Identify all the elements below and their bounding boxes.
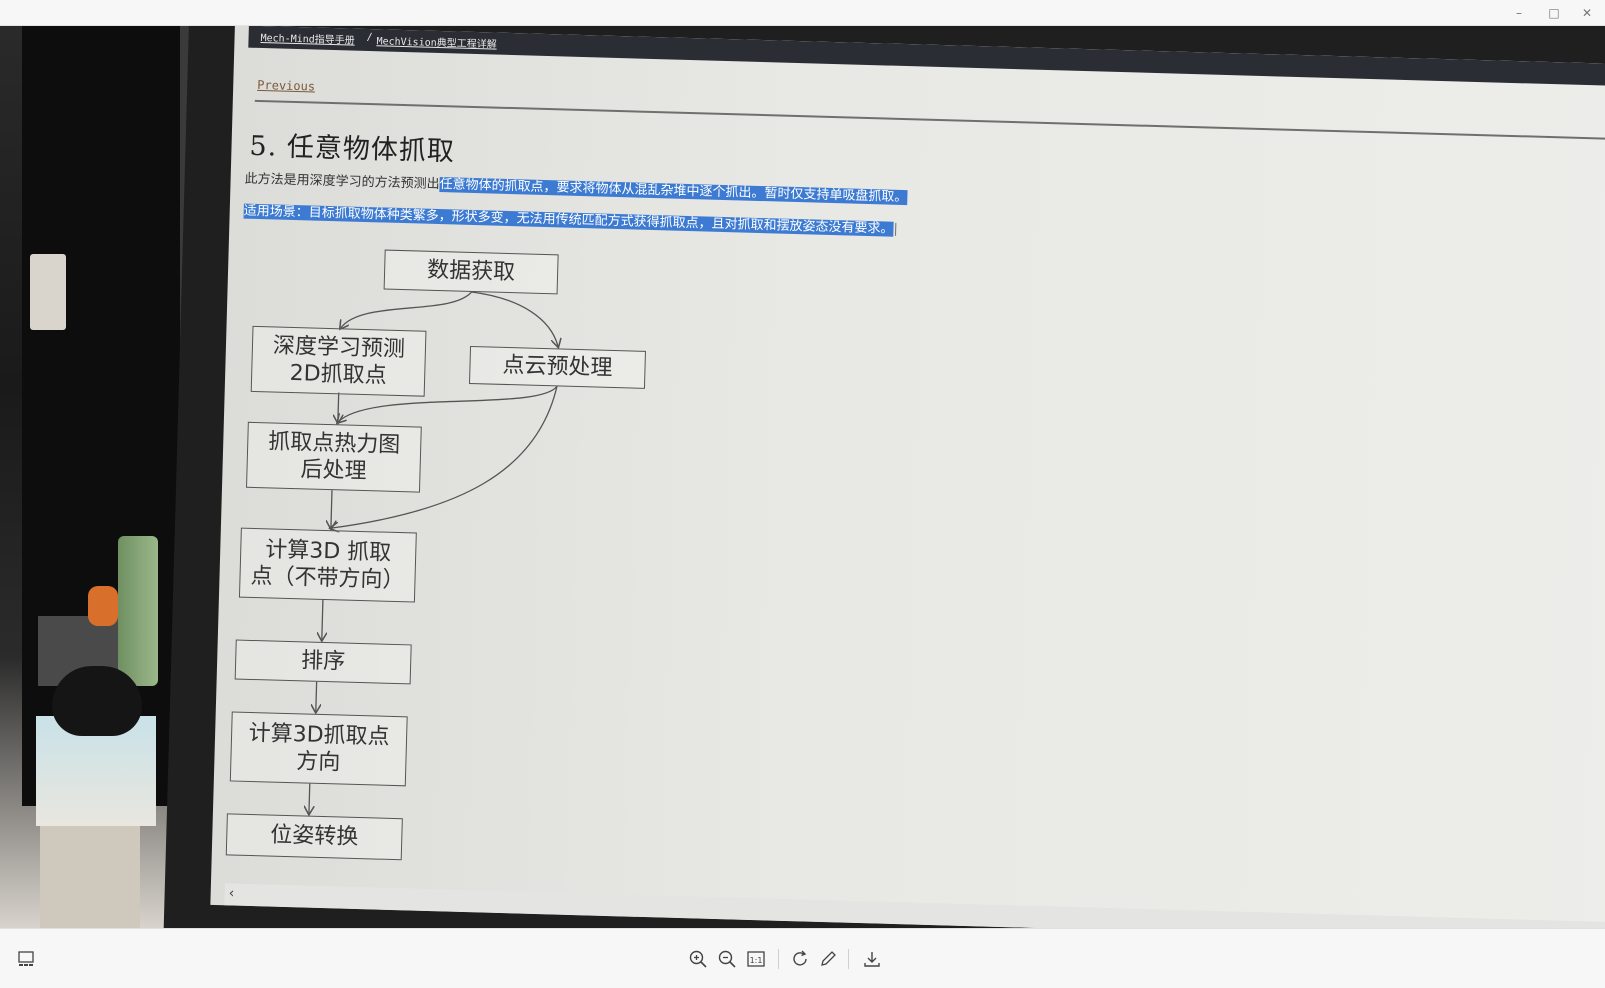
viewer-toolbar: 1:1 (0, 928, 1605, 988)
edge-acquire-dl (341, 291, 473, 332)
rotate-icon[interactable] (788, 947, 812, 971)
maximize-button[interactable]: □ (1543, 3, 1565, 23)
thumbnail-icon[interactable] (14, 947, 38, 971)
flow-node-calc-3d-point: 计算3D 抓取 点（不带方向） (238, 527, 417, 603)
desk-object (30, 254, 66, 330)
flow-node-dl-predict: 深度学习预测 2D抓取点 (250, 325, 427, 397)
photo-viewport[interactable]: Mech-Mind指导手册 / MechVision典型工程详解 Previou… (0, 26, 1605, 928)
desk-object (88, 586, 118, 626)
edge-dir-pose (309, 783, 310, 814)
flow-node-pose-transform: 位姿转换 (225, 813, 403, 861)
floor (40, 826, 140, 928)
edge-dl-heatmap (338, 392, 339, 422)
actual-size-icon[interactable]: 1:1 (744, 947, 768, 971)
flow-node-sort: 排序 (234, 639, 412, 685)
monitor-bezel: Mech-Mind指导手册 / MechVision典型工程详解 Previou… (162, 26, 1605, 928)
edge-calc3d-sort (322, 599, 323, 640)
zoom-in-icon[interactable] (686, 947, 710, 971)
zoom-out-icon[interactable] (715, 947, 739, 971)
actual-size-label: 1:1 (750, 956, 763, 965)
title-bar: – □ ✕ (0, 0, 1605, 26)
monitor-screen: Mech-Mind指导手册 / MechVision典型工程详解 Previou… (210, 26, 1605, 928)
minimize-button[interactable]: – (1508, 3, 1530, 23)
flowchart-connectors (224, 291, 1605, 928)
edge-heatmap-calc3d (331, 490, 332, 528)
download-icon[interactable] (860, 947, 884, 971)
toolbar-separator (778, 949, 779, 969)
edge-sort-dir (316, 681, 317, 712)
mouse (52, 666, 142, 736)
desk-object (118, 536, 158, 686)
toolbar-separator (848, 949, 849, 969)
edge-acquire-pc (471, 291, 559, 346)
document-page: Mech-Mind指导手册 / MechVision典型工程详解 Previou… (224, 26, 1605, 928)
flow-node-data-acquisition: 数据获取 (383, 249, 559, 295)
scroll-left-button[interactable]: ‹ (228, 885, 234, 901)
edit-icon[interactable] (816, 947, 840, 971)
close-button[interactable]: ✕ (1576, 3, 1598, 23)
flow-node-heatmap-postprocess: 抓取点热力图 后处理 (246, 421, 422, 493)
flow-node-calc-direction: 计算3D抓取点 方向 (229, 711, 408, 787)
flow-node-pointcloud-preprocess: 点云预处理 (468, 345, 646, 389)
